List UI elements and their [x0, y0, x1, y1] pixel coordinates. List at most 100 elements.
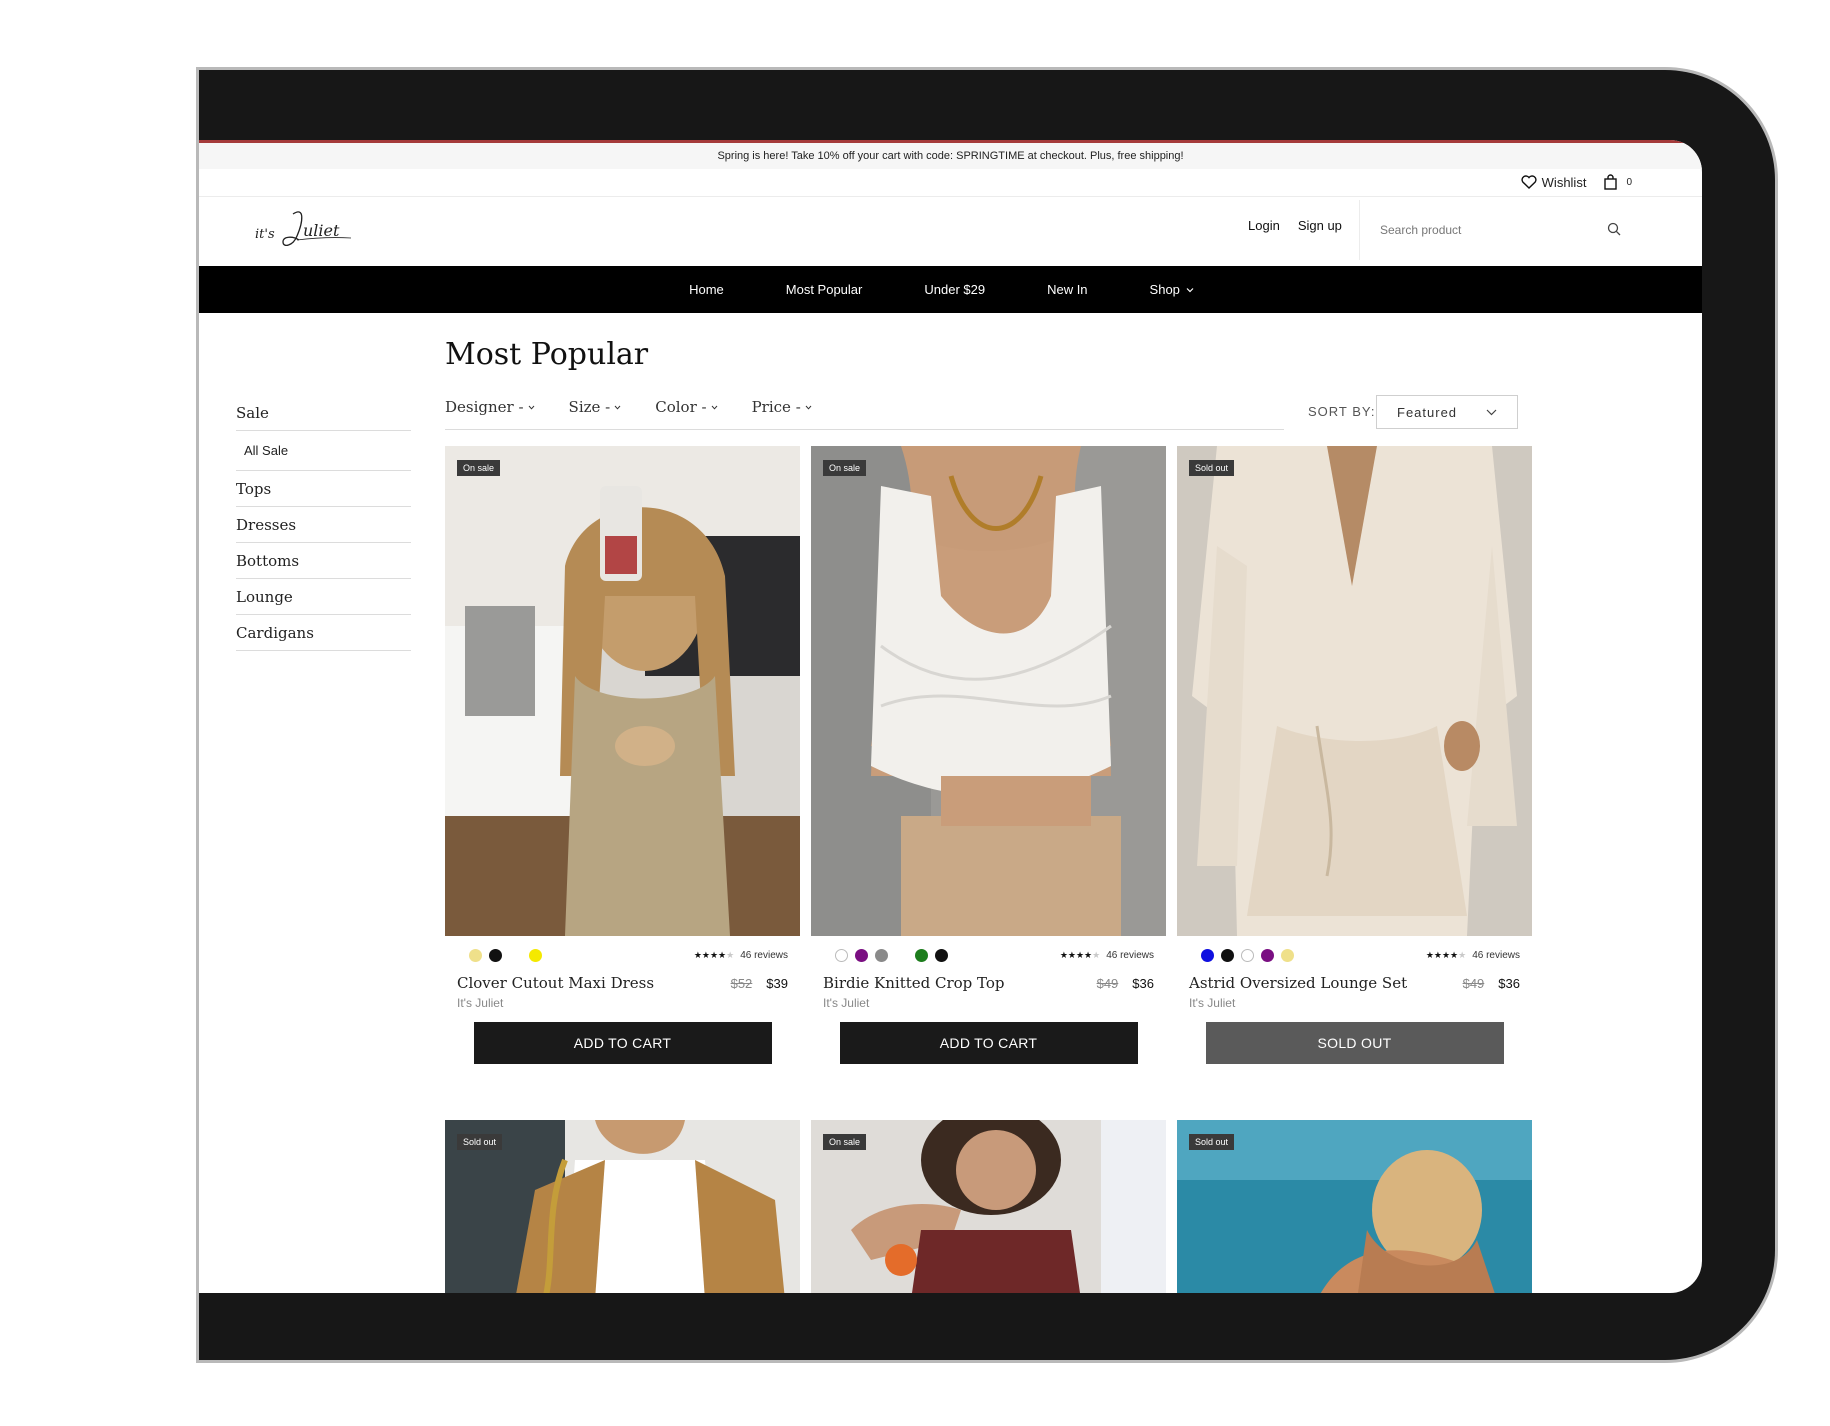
search-input[interactable]	[1380, 220, 1600, 240]
color-swatch[interactable]	[1241, 948, 1254, 962]
brand-logo[interactable]: it's uliet	[253, 204, 353, 256]
product-badge: Sold out	[457, 1134, 503, 1150]
product-card: Sold out	[1177, 1120, 1532, 1293]
product-image[interactable]: On sale	[811, 446, 1166, 936]
filter-designer[interactable]: Designer -	[445, 398, 535, 416]
color-swatch[interactable]	[469, 948, 482, 962]
sidebar-item-sale[interactable]: Sale	[236, 395, 411, 431]
nav-home[interactable]: Home	[689, 282, 724, 297]
filter-color[interactable]: Color -	[655, 398, 717, 416]
product-badge: Sold out	[1189, 1134, 1235, 1150]
nav-under-29[interactable]: Under $29	[924, 282, 985, 297]
product-image[interactable]: On sale	[445, 446, 800, 936]
color-swatches	[835, 948, 948, 962]
sale-price: $36	[1498, 976, 1520, 991]
sidebar-item-cardigans[interactable]: Cardigans	[236, 615, 411, 651]
color-swatch[interactable]	[1201, 948, 1214, 962]
product-brand: It's Juliet	[823, 996, 870, 1010]
browser-screen: Spring is here! Take 10% off your cart w…	[199, 140, 1702, 1293]
review-count[interactable]: 46 reviews	[1472, 950, 1520, 961]
chevron-down-icon	[528, 405, 534, 410]
login-link[interactable]: Login	[1248, 218, 1280, 233]
nav-shop[interactable]: Shop	[1150, 282, 1194, 297]
nav-new-in[interactable]: New In	[1047, 282, 1087, 297]
sidebar-item-tops[interactable]: Tops	[236, 471, 411, 507]
color-swatch[interactable]	[915, 948, 928, 962]
sort-label: SORT BY:	[1308, 404, 1376, 419]
filter-bar: Designer - Size - Color - Price -	[445, 398, 1284, 430]
product-name-row: Birdie Knitted Crop Top $49 $36	[811, 974, 1166, 992]
star-rating-icon: ★★★★★	[1059, 949, 1101, 960]
header-divider	[199, 196, 1702, 197]
sidebar-item-bottoms[interactable]: Bottoms	[236, 543, 411, 579]
product-name[interactable]: Astrid Oversized Lounge Set	[1189, 974, 1407, 992]
nav-most-popular[interactable]: Most Popular	[786, 282, 863, 297]
filter-color-label: Color -	[655, 398, 707, 416]
product-name[interactable]: Birdie Knitted Crop Top	[823, 974, 1005, 992]
color-swatches	[1201, 948, 1294, 962]
product-brand: It's Juliet	[457, 996, 504, 1010]
utility-bar: Wishlist 0	[1521, 174, 1632, 190]
color-swatch[interactable]	[835, 948, 848, 962]
chevron-down-icon	[805, 405, 812, 410]
review-count[interactable]: 46 reviews	[740, 950, 788, 961]
product-name[interactable]: Clover Cutout Maxi Dress	[457, 974, 654, 992]
product-card: On sale ★★★★★ 46 reviews Clover Cutout M…	[445, 446, 800, 1064]
color-swatch[interactable]	[529, 948, 542, 962]
product-rating: ★★★★★ 46 reviews	[694, 950, 788, 961]
original-price: $49	[1462, 976, 1485, 991]
product-badge: Sold out	[1189, 460, 1235, 476]
color-swatch[interactable]	[1281, 948, 1294, 962]
announcement-bar: Spring is here! Take 10% off your cart w…	[199, 143, 1702, 169]
sold-out-button[interactable]: SOLD OUT	[1205, 1022, 1504, 1064]
sale-price: $36	[1132, 976, 1154, 991]
sidebar-item-dresses[interactable]: Dresses	[236, 507, 411, 543]
color-swatch[interactable]	[895, 948, 908, 962]
product-grid: On sale ★★★★★ 46 reviews Clover Cutout M…	[445, 446, 1532, 1293]
filter-price[interactable]: Price -	[752, 398, 812, 416]
signup-link[interactable]: Sign up	[1298, 218, 1342, 233]
sort-select[interactable]: Featured	[1376, 395, 1518, 429]
nav-shop-label: Shop	[1149, 282, 1180, 297]
add-to-cart-button[interactable]: ADD TO CART	[839, 1022, 1138, 1064]
sidebar-item-all-sale[interactable]: All Sale	[236, 431, 411, 471]
cart-link[interactable]: 0	[1604, 174, 1632, 190]
star-rating-icon: ★★★★★	[1425, 949, 1467, 960]
color-swatch[interactable]	[855, 948, 868, 962]
product-prices: $49 $36	[1097, 976, 1154, 991]
color-swatch[interactable]	[1221, 948, 1234, 962]
original-price: $49	[1096, 976, 1119, 991]
chevron-down-icon	[1186, 287, 1194, 292]
sidebar-item-lounge[interactable]: Lounge	[236, 579, 411, 615]
star-rating-icon: ★★★★★	[693, 949, 735, 960]
product-brand: It's Juliet	[1189, 996, 1236, 1010]
color-swatch[interactable]	[509, 948, 522, 962]
product-image[interactable]: Sold out	[1177, 446, 1532, 936]
add-to-cart-button[interactable]: ADD TO CART	[473, 1022, 772, 1064]
color-swatch[interactable]	[875, 948, 888, 962]
product-image[interactable]: Sold out	[445, 1120, 800, 1293]
wishlist-link[interactable]: Wishlist	[1521, 174, 1587, 190]
filter-size[interactable]: Size -	[569, 398, 622, 416]
wishlist-label: Wishlist	[1541, 174, 1587, 190]
search-icon[interactable]	[1607, 222, 1621, 236]
auth-links: Login Sign up	[1248, 218, 1342, 233]
shopping-bag-icon	[1604, 174, 1618, 190]
product-card: On sale	[811, 1120, 1166, 1293]
product-meta-row: ★★★★★ 46 reviews	[445, 936, 800, 974]
product-image[interactable]: On sale	[811, 1120, 1166, 1293]
chevron-down-icon	[614, 405, 621, 410]
review-count[interactable]: 46 reviews	[1106, 950, 1154, 961]
product-badge: On sale	[823, 460, 867, 476]
original-price: $52	[730, 976, 753, 991]
cart-count: 0	[1626, 176, 1632, 188]
color-swatch[interactable]	[935, 948, 948, 962]
main-nav: Home Most Popular Under $29 New In Shop	[199, 266, 1702, 313]
sort-value: Featured	[1397, 404, 1458, 420]
category-sidebar: Sale All Sale Tops Dresses Bottoms Loung…	[236, 395, 411, 651]
product-image[interactable]: Sold out	[1177, 1120, 1532, 1293]
color-swatch[interactable]	[1261, 948, 1274, 962]
color-swatch[interactable]	[489, 948, 502, 962]
sale-price: $39	[766, 976, 788, 991]
product-name-row: Astrid Oversized Lounge Set $49 $36	[1177, 974, 1532, 992]
